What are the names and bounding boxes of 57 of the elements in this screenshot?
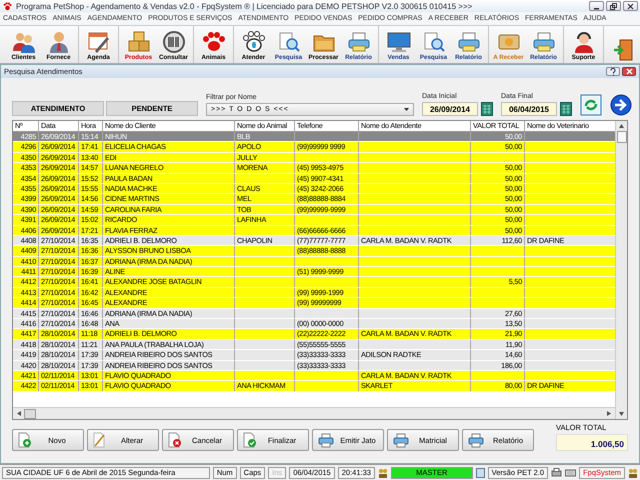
- scrollbar-thumb[interactable]: [24, 408, 36, 418]
- people-icon: [12, 31, 36, 53]
- scrollbar-thumb[interactable]: [616, 131, 626, 143]
- table-cell: [295, 381, 359, 392]
- printer-icon: [346, 31, 370, 53]
- question-icon: [610, 68, 616, 76]
- refresh-icon: [580, 94, 602, 116]
- boxes-icon: [126, 31, 150, 53]
- start-date-field[interactable]: 26/09/2014: [422, 102, 478, 116]
- scroll-down-icon: [619, 412, 624, 416]
- end-date-field[interactable]: 06/04/2015: [501, 102, 557, 116]
- restore-button[interactable]: [606, 1, 621, 11]
- total-value: 1.006,50: [556, 434, 628, 451]
- users-icon: [378, 468, 388, 478]
- calendar-button[interactable]: [560, 102, 572, 116]
- scroll-left-icon: [17, 411, 21, 416]
- document-icon: [476, 468, 485, 478]
- dropdown-arrow-icon: [404, 108, 409, 111]
- calendar-icon: [86, 31, 110, 53]
- document-plus-icon: [18, 432, 32, 448]
- magnifier-icon: [422, 31, 446, 53]
- keyboard-icon: [565, 468, 576, 478]
- minimize-button[interactable]: [589, 1, 604, 11]
- paw-plus-icon: [242, 31, 266, 53]
- calendar-icon: [560, 102, 572, 116]
- refresh-button[interactable]: [580, 94, 602, 116]
- paw-icon: [202, 31, 226, 53]
- close-button[interactable]: [622, 67, 636, 76]
- window-title: Programa PetShop - Agendamento & Vendas v2.0 - FpqSystem ® | Licenciado para DEMO PETSHOP V2.0 300615 010415 >>>: [16, 2, 474, 10]
- document-x-icon: [168, 432, 182, 448]
- users-icon: [628, 468, 638, 478]
- close-button[interactable]: [623, 1, 638, 11]
- vertical-scrollbar[interactable]: [615, 121, 627, 419]
- printer-icon: [468, 432, 484, 448]
- door-icon: [612, 39, 636, 61]
- barcode-icon: [162, 31, 186, 53]
- close-icon: [626, 68, 632, 75]
- printer-icon: [318, 432, 334, 448]
- horizontal-scrollbar[interactable]: [13, 407, 615, 419]
- printer-icon: [456, 31, 480, 53]
- calendar-icon: [481, 102, 493, 116]
- restore-icon: [610, 2, 617, 10]
- scroll-right-icon: [607, 411, 611, 416]
- printer-icon: [393, 432, 409, 448]
- document-check-icon: [243, 432, 257, 448]
- scroll-up-icon: [619, 124, 624, 128]
- printer-icon: [551, 468, 562, 478]
- go-button[interactable]: [610, 94, 632, 116]
- arrow-right-icon: [610, 94, 632, 116]
- paw-icon: [3, 2, 12, 10]
- calendar-button[interactable]: [481, 102, 493, 116]
- printer-icon: [532, 31, 556, 53]
- close-icon: [627, 2, 634, 10]
- monitor-icon: [386, 31, 410, 53]
- help-button[interactable]: [606, 67, 620, 76]
- magnifier-icon: [276, 31, 300, 53]
- pencil-icon: [93, 432, 107, 448]
